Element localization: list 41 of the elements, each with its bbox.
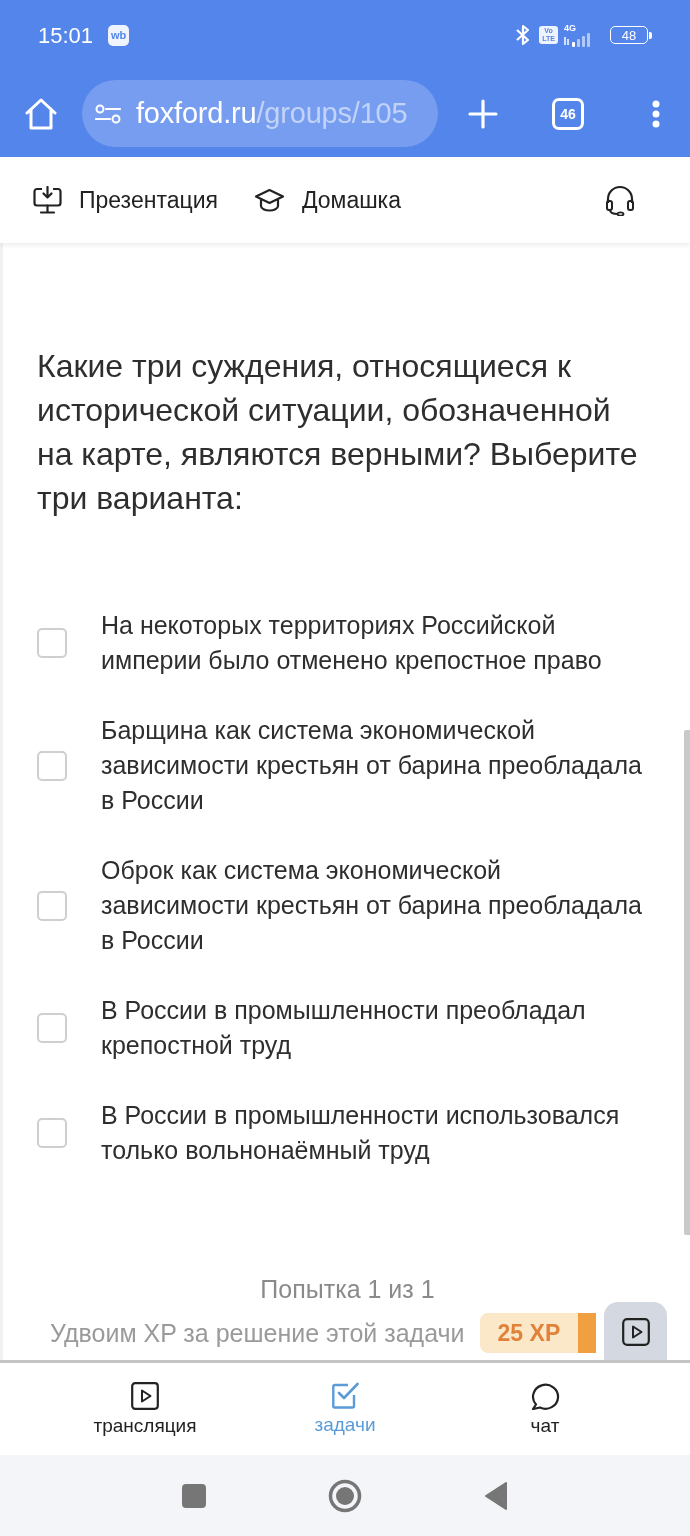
battery-indicator: 48 [610, 26, 648, 44]
tab-count-button[interactable]: 46 [552, 97, 584, 130]
home-icon[interactable] [24, 97, 58, 130]
option-checkbox[interactable] [37, 628, 67, 658]
attempt-counter: Попытка 1 из 1 [259, 1274, 436, 1305]
play-square-icon [131, 1382, 159, 1410]
network-type: 4G [564, 23, 576, 33]
battery-tip-icon [649, 31, 652, 39]
option-checkbox[interactable] [37, 890, 67, 921]
option-checkbox[interactable] [37, 1013, 67, 1043]
checkbox-icon [331, 1382, 359, 1409]
question-text: Какие три суждения, относящиеся к исторической ситуации, обозначенной на карте, являются верными? Выберите три варианта: [37, 347, 639, 518]
graduation-cap-icon [253, 188, 285, 212]
xp-promo-text: Удвоим XP за решение этой задачи [50, 1317, 465, 1349]
presentation-button[interactable]: Презентация [33, 182, 218, 218]
xp-badge: 25 XP [479, 1313, 579, 1353]
headset-icon[interactable] [605, 184, 635, 216]
bluetooth-icon [515, 24, 531, 46]
back-button-icon[interactable] [484, 1481, 508, 1510]
recents-button-icon[interactable] [182, 1483, 206, 1508]
option-text[interactable]: На некоторых территориях Российской империи было отменено крепостное право [101, 608, 649, 678]
monitor-download-icon [33, 186, 62, 214]
option-text[interactable]: Барщина как система экономической зависимости крестьян от барина преобладала в России [101, 713, 649, 818]
video-float-button[interactable] [604, 1302, 667, 1360]
option-checkbox[interactable] [37, 1118, 67, 1148]
chat-bubble-icon [530, 1382, 560, 1410]
app-notification-badge: wb [108, 24, 130, 46]
option-text[interactable]: В России в промышленности использовался только вольнонаёмный труд [101, 1098, 649, 1168]
play-square-icon [621, 1318, 650, 1346]
home-button-icon[interactable] [328, 1478, 362, 1513]
homework-button[interactable]: Домашка [253, 182, 401, 218]
nav-tab[interactable]: чат [445, 1363, 645, 1455]
status-time: 15:01 [38, 21, 94, 50]
menu-icon[interactable] [652, 99, 660, 128]
xp-marker-icon [578, 1313, 597, 1353]
new-tab-icon[interactable] [468, 98, 498, 129]
sliders-icon[interactable] [95, 103, 121, 124]
option-text[interactable]: Оброк как система экономической зависимости крестьян от барина преобладала в России [101, 853, 649, 958]
option-checkbox[interactable] [37, 750, 67, 781]
option-text[interactable]: В России в промышленности преобладал крепостной труд [101, 993, 649, 1063]
nav-tab[interactable]: трансляция [45, 1363, 245, 1455]
